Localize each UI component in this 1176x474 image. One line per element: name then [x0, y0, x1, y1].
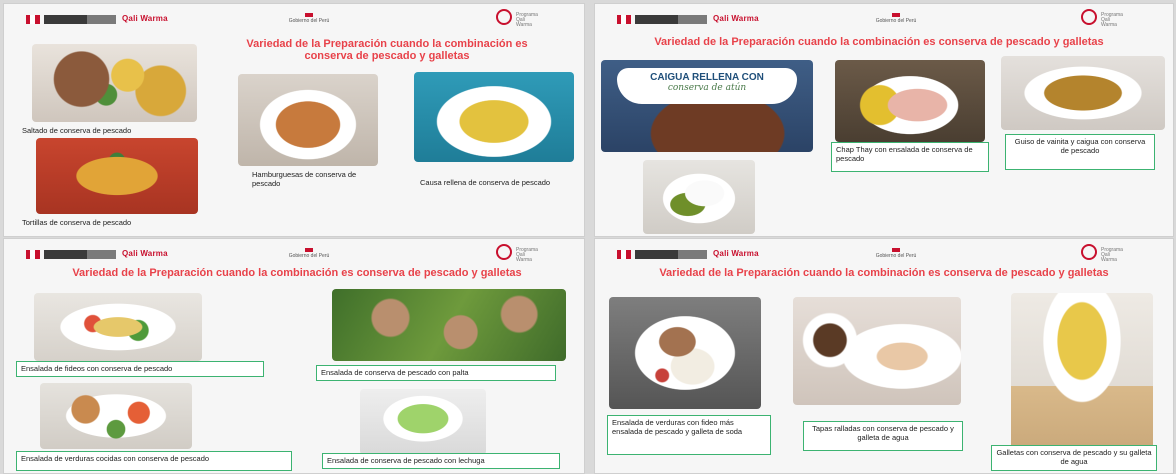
seal-label: Programa Qali Warma	[1101, 247, 1123, 263]
food-photo-chap-thay	[835, 60, 985, 142]
slide-3: Qali Warma Gobierno del Perú Programa Qa…	[3, 238, 585, 474]
food-photo-guiso	[1001, 56, 1165, 130]
brand-label: Qali Warma	[122, 249, 168, 258]
food-photo-saltado	[32, 44, 197, 122]
brand-label: Qali Warma	[713, 14, 759, 23]
food-photo-fideos	[34, 293, 202, 361]
food-photo-hamburguesas	[238, 74, 378, 166]
seal-icon	[496, 9, 512, 25]
caption-saltado: Saltado de conserva de pescado	[22, 126, 132, 135]
ministry-logo	[635, 250, 707, 259]
peru-flag-icon	[617, 250, 631, 259]
caption-verduras: Ensalada de verduras cocidas con conserv…	[16, 451, 292, 471]
seal-icon	[1081, 9, 1097, 25]
seal-label: Programa Qali Warma	[1101, 12, 1123, 28]
caption-fideos: Ensalada de fideos con conserva de pesca…	[16, 361, 264, 377]
food-photo-tortillas	[36, 138, 198, 214]
slide-header: Qali Warma Gobierno del Perú Programa Qa…	[595, 4, 1173, 34]
ministry-logo	[44, 15, 116, 24]
food-photo-tapas	[793, 297, 961, 405]
seal-label: Programa Qali Warma	[516, 247, 538, 263]
peru-flag-icon	[26, 15, 40, 24]
food-photo-lechuga	[360, 389, 486, 455]
seal-icon	[496, 244, 512, 260]
banner-line-2: conserva de atún	[667, 83, 747, 93]
slide-title: Variedad de la Preparación cuando la com…	[72, 267, 522, 279]
caption-tapas: Tapas ralladas con conserva de pescado y…	[803, 421, 963, 451]
brand-label: Qali Warma	[713, 249, 759, 258]
government-label: Gobierno del Perú	[873, 13, 919, 25]
food-photo-caigua: CAIGUA RELLENA CON conserva de atún	[601, 60, 813, 152]
slide-1: Qali Warma Gobierno del Perú Programa Qa…	[3, 3, 585, 237]
slide-header: Qali Warma Gobierno del Perú Programa Qa…	[4, 239, 584, 269]
food-photo-rice	[643, 160, 755, 234]
food-photo-palta	[332, 289, 566, 361]
caption-guiso: Guiso de vainita y caigua con conserva d…	[1005, 134, 1155, 170]
food-photo-verduras	[40, 383, 192, 449]
slide-title: Variedad de la Preparación cuando la com…	[246, 38, 528, 62]
brand-label: Qali Warma	[122, 14, 168, 23]
food-photo-galletas	[1011, 293, 1153, 453]
caption-tortillas: Tortillas de conserva de pescado	[22, 218, 132, 227]
caption-galletas: Galletas con conserva de pescado y su ga…	[991, 445, 1157, 471]
caption-chap-thay: Chap Thay con ensalada de conserva de pe…	[831, 142, 989, 172]
seal-label: Programa Qali Warma	[516, 12, 538, 28]
food-photo-fideo-ensalada	[609, 297, 761, 409]
slide-title: Variedad de la Preparación cuando la com…	[654, 36, 1104, 48]
banner-line-1: CAIGUA RELLENA CON	[650, 72, 764, 83]
government-label: Gobierno del Perú	[873, 248, 919, 260]
government-label: Gobierno del Perú	[286, 13, 332, 25]
ministry-logo	[635, 15, 707, 24]
caption-causa: Causa rellena de conserva de pescado	[420, 178, 551, 187]
food-photo-causa	[414, 72, 574, 162]
recipe-banner: CAIGUA RELLENA CON conserva de atún	[617, 68, 797, 104]
caption-fideo-ensalada: Ensalada de verduras con fideo más ensal…	[607, 415, 771, 455]
caption-hamburguesas: Hamburguesas de conserva de pescado	[252, 170, 357, 188]
slide-header: Qali Warma Gobierno del Perú Programa Qa…	[595, 239, 1173, 269]
government-label: Gobierno del Perú	[286, 248, 332, 260]
caption-palta: Ensalada de conserva de pescado con palt…	[316, 365, 556, 381]
caption-lechuga: Ensalada de conserva de pescado con lech…	[322, 453, 560, 469]
seal-icon	[1081, 244, 1097, 260]
slide-title: Variedad de la Preparación cuando la com…	[659, 267, 1109, 279]
slide-2: Qali Warma Gobierno del Perú Programa Qa…	[594, 3, 1174, 237]
caption-guiso-text: Guiso de vainita y caigua con conserva d…	[1014, 137, 1146, 155]
slide-header: Qali Warma Gobierno del Perú Programa Qa…	[4, 4, 584, 34]
ministry-logo	[44, 250, 116, 259]
slide-4: Qali Warma Gobierno del Perú Programa Qa…	[594, 238, 1174, 474]
peru-flag-icon	[26, 250, 40, 259]
peru-flag-icon	[617, 15, 631, 24]
